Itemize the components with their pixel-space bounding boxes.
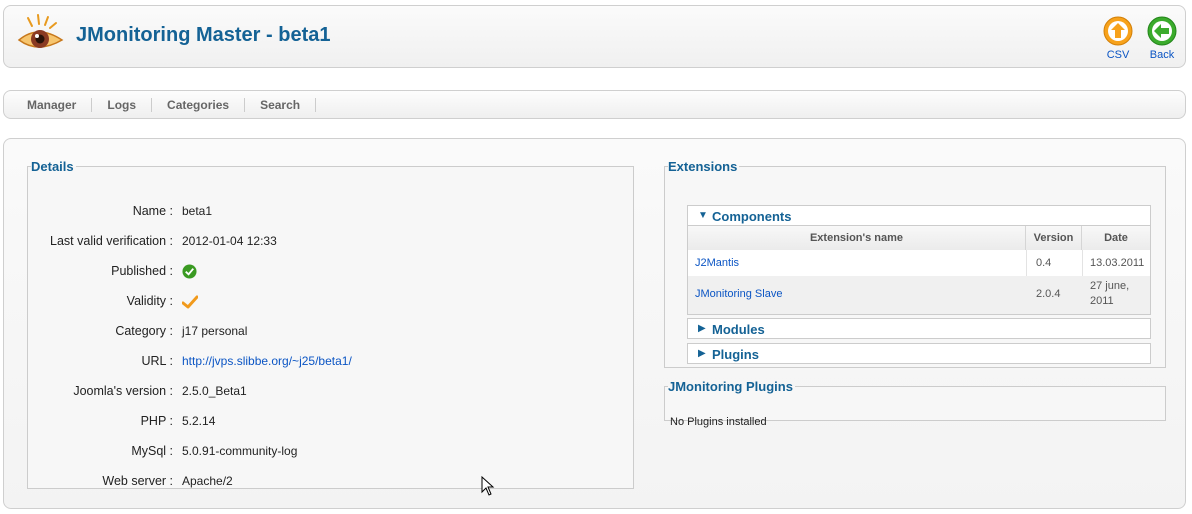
- table-row: JMonitoring Slave 2.0.4 27 june, 2011: [688, 276, 1150, 314]
- extension-date: 2011: [1090, 295, 1114, 307]
- detail-label: Name :: [132, 204, 173, 218]
- detail-value: Apache/2: [182, 474, 233, 488]
- csv-button[interactable]: CSV: [1098, 16, 1138, 61]
- detail-label: Joomla's version :: [73, 384, 173, 398]
- triangle-right-icon: ▶: [698, 323, 706, 334]
- toolbar-header: JMonitoring Master - beta1 CSV Back: [3, 5, 1186, 68]
- extensions-fieldset: Extensions ▼ Components Extension's name…: [664, 159, 1166, 368]
- extension-date: 13.03.2011: [1090, 257, 1145, 269]
- detail-value: j17 personal: [182, 324, 248, 338]
- arrow-left-icon: [1147, 16, 1177, 46]
- checkmark-icon: [182, 295, 198, 309]
- extension-version: 0.4: [1036, 257, 1052, 269]
- column-header-date[interactable]: Date: [1082, 226, 1150, 250]
- details-legend: Details: [31, 159, 74, 174]
- detail-label: PHP :: [140, 414, 173, 428]
- page-title: JMonitoring Master - beta1: [76, 24, 331, 46]
- csv-label: CSV: [1106, 49, 1130, 61]
- detail-value: 2012-01-04 12:33: [182, 234, 277, 248]
- modules-accordion-header[interactable]: ▶ Modules: [687, 318, 1151, 339]
- detail-value: 5.2.14: [182, 414, 216, 428]
- url-link[interactable]: http://jvps.slibbe.org/~j25/beta1/: [182, 354, 352, 368]
- detail-label: Published :: [111, 264, 173, 278]
- column-header-name[interactable]: Extension's name: [688, 226, 1026, 250]
- detail-label: Category :: [115, 324, 173, 338]
- submenu-item-logs[interactable]: Logs: [92, 97, 153, 112]
- submenu-item-search[interactable]: Search: [245, 97, 317, 112]
- extension-version: 2.0.4: [1036, 288, 1061, 300]
- back-button[interactable]: Back: [1142, 16, 1182, 61]
- detail-label: MySql :: [131, 444, 173, 458]
- extension-name-link[interactable]: J2Mantis: [695, 257, 739, 269]
- components-table: Extension's name Version Date J2Mantis 0…: [687, 226, 1151, 315]
- components-label: Components: [712, 209, 792, 224]
- detail-label: Validity :: [126, 294, 173, 308]
- detail-label: URL :: [141, 354, 174, 368]
- back-label: Back: [1149, 49, 1175, 61]
- table-row: J2Mantis 0.4 13.03.2011: [688, 250, 1150, 276]
- detail-value: 5.0.91-community-log: [182, 444, 298, 458]
- detail-value: beta1: [182, 204, 213, 218]
- detail-label: Last valid verification :: [50, 234, 173, 248]
- jmonitoring-plugins-legend: JMonitoring Plugins: [668, 379, 793, 394]
- details-fieldset: Details Name : beta1 Last valid verifica…: [27, 159, 634, 489]
- column-header-version[interactable]: Version: [1026, 226, 1082, 250]
- eye-logo-icon: [17, 14, 64, 48]
- triangle-down-icon: ▼: [698, 210, 708, 221]
- submenu-item-manager[interactable]: Manager: [12, 97, 93, 112]
- plugins-label: Plugins: [712, 347, 759, 362]
- components-accordion-header[interactable]: ▼ Components: [687, 205, 1151, 226]
- no-plugins-message: No Plugins installed: [670, 416, 767, 428]
- submenu-item-categories[interactable]: Categories: [152, 97, 246, 112]
- main-panel: Details Name : beta1 Last valid verifica…: [3, 138, 1186, 509]
- arrow-up-icon: [1103, 16, 1133, 46]
- extension-date: 27 june,: [1090, 280, 1130, 292]
- plugins-accordion-header[interactable]: ▶ Plugins: [687, 343, 1151, 364]
- modules-label: Modules: [712, 322, 765, 337]
- extension-name-link[interactable]: JMonitoring Slave: [695, 288, 782, 300]
- triangle-right-icon: ▶: [698, 348, 706, 359]
- detail-label: Web server :: [102, 474, 173, 488]
- submenu: Manager Logs Categories Search: [3, 90, 1186, 119]
- column-divider: [1082, 250, 1083, 276]
- mouse-cursor-icon: [481, 476, 495, 496]
- jmonitoring-plugins-fieldset: JMonitoring Plugins No Plugins installed: [664, 379, 1166, 428]
- extensions-legend: Extensions: [668, 159, 738, 174]
- column-divider: [1026, 250, 1027, 276]
- check-circle-icon: [182, 264, 197, 279]
- detail-value: 2.5.0_Beta1: [182, 384, 247, 398]
